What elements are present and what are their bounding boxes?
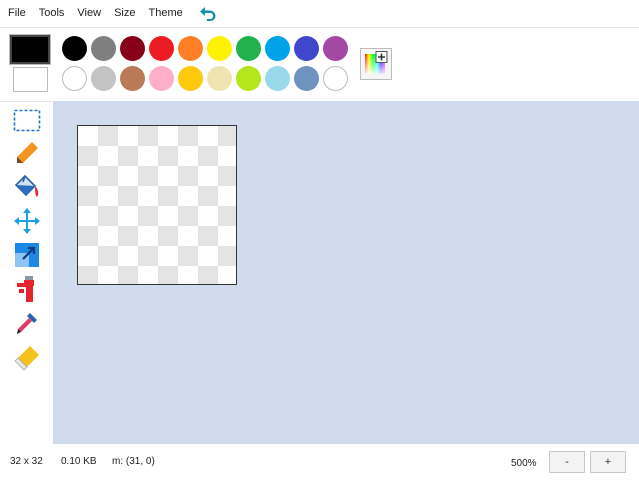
color-swatch[interactable] — [120, 36, 145, 61]
color-swatch[interactable] — [323, 66, 348, 91]
status-bar: 32 x 32 0.10 KB m: (31, 0) 500% - + — [0, 444, 639, 480]
canvas-dimensions: 32 x 32 — [10, 456, 43, 467]
color-swatch[interactable] — [265, 36, 290, 61]
eyedropper-tool[interactable] — [12, 310, 42, 338]
color-swatch[interactable] — [120, 66, 145, 91]
rectangle-select-icon — [13, 109, 41, 136]
mouse-position: m: (31, 0) — [112, 456, 155, 467]
color-swatch[interactable] — [178, 66, 203, 91]
menu-view[interactable]: View — [77, 7, 101, 19]
eraser-icon — [13, 344, 41, 373]
eraser-tool[interactable] — [12, 344, 42, 372]
resize-tool[interactable] — [12, 242, 42, 270]
pencil-tool[interactable] — [12, 140, 42, 168]
color-swatch[interactable] — [207, 36, 232, 61]
color-picker-icon — [364, 50, 388, 78]
spray-paint-tool[interactable] — [12, 275, 42, 306]
file-size: 0.10 KB — [61, 456, 97, 467]
color-swatch[interactable] — [91, 36, 116, 61]
zoom-level: 500% — [511, 458, 537, 469]
menu-bar: File Tools View Size Theme — [0, 0, 639, 26]
color-swatch[interactable] — [62, 36, 87, 61]
undo-icon[interactable] — [198, 3, 220, 23]
paint-bucket-icon — [13, 174, 41, 203]
color-palette — [0, 27, 639, 100]
color-swatch[interactable] — [294, 36, 319, 61]
canvas-workspace — [53, 101, 639, 444]
color-swatch[interactable] — [294, 66, 319, 91]
color-swatch[interactable] — [207, 66, 232, 91]
pencil-icon — [14, 140, 40, 169]
menu-tools[interactable]: Tools — [39, 7, 65, 19]
move-tool[interactable] — [12, 207, 42, 238]
color-picker-button[interactable] — [360, 48, 392, 80]
zoom-in-button[interactable]: + — [590, 451, 626, 473]
rectangle-select-tool[interactable] — [12, 108, 42, 136]
color-swatch[interactable] — [149, 66, 174, 91]
zoom-out-button[interactable]: - — [549, 451, 585, 473]
drawing-canvas[interactable] — [77, 125, 237, 285]
color-swatch[interactable] — [323, 36, 348, 61]
tool-bar — [0, 101, 53, 444]
paint-bucket-tool[interactable] — [12, 174, 42, 202]
move-icon — [13, 207, 41, 238]
eyedropper-icon — [14, 310, 40, 339]
color-swatch[interactable] — [62, 66, 87, 91]
color-swatch[interactable] — [178, 36, 203, 61]
menu-size[interactable]: Size — [114, 7, 135, 19]
primary-color[interactable] — [9, 34, 51, 65]
color-swatch[interactable] — [91, 66, 116, 91]
color-swatch[interactable] — [236, 36, 261, 61]
secondary-color[interactable] — [13, 67, 48, 92]
spray-paint-icon — [14, 275, 40, 306]
menu-theme[interactable]: Theme — [148, 7, 182, 19]
color-swatch[interactable] — [265, 66, 290, 91]
color-swatch[interactable] — [236, 66, 261, 91]
menu-file[interactable]: File — [8, 7, 26, 19]
color-swatch[interactable] — [149, 36, 174, 61]
resize-icon — [14, 242, 40, 271]
